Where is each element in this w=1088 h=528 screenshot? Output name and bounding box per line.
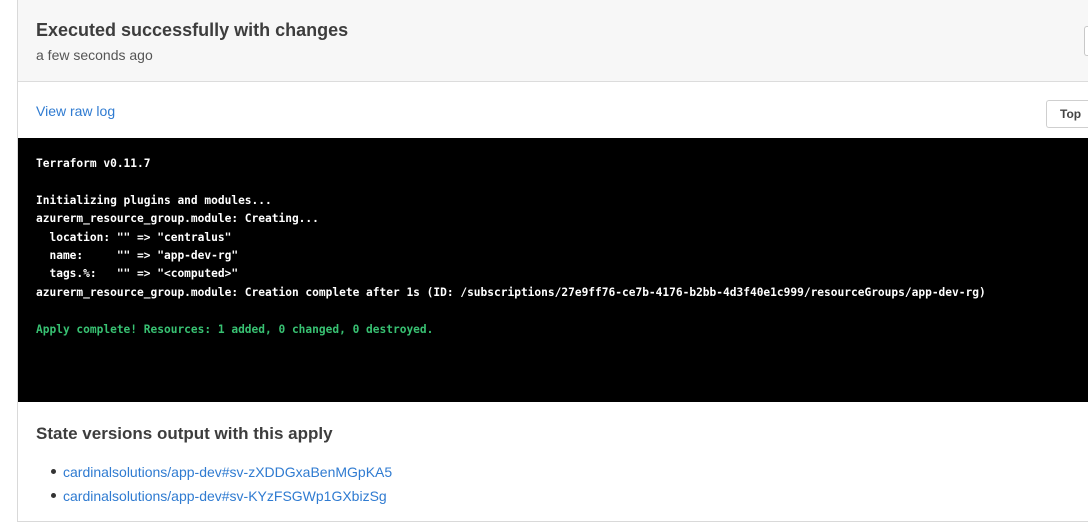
run-status-title: Executed successfully with changes	[36, 20, 349, 40]
list-item: cardinalsolutions/app-dev#sv-KYzFSGWp1GX…	[18, 484, 392, 508]
state-version-link[interactable]: cardinalsolutions/app-dev#sv-zXDDGxaBenM…	[63, 464, 392, 480]
log-line: Terraform v0.11.7	[36, 157, 151, 170]
bullet-icon	[51, 493, 56, 498]
log-line: Initializing plugins and modules...	[36, 193, 272, 207]
run-header: Executed successfully with changes a few…	[18, 0, 1088, 82]
state-versions-list: cardinalsolutions/app-dev#sv-zXDDGxaBenM…	[18, 460, 392, 508]
log-line: location: "" => "centralus"	[36, 230, 232, 244]
state-versions-title: State versions output with this apply	[36, 424, 333, 443]
run-panel: Executed successfully with changes a few…	[17, 0, 1088, 522]
log-line: azurerm_resource_group.module: Creation …	[36, 285, 986, 299]
header-action-button[interactable]	[1084, 26, 1088, 56]
log-terminal[interactable]: Terraform v0.11.7 Initializing plugins a…	[18, 138, 1088, 402]
log-line: azurerm_resource_group.module: Creating.…	[36, 212, 319, 226]
log-line-apply-complete: Apply complete! Resources: 1 added, 0 ch…	[36, 322, 434, 336]
list-item: cardinalsolutions/app-dev#sv-zXDDGxaBenM…	[18, 460, 392, 484]
scroll-top-button[interactable]: Top	[1046, 100, 1088, 128]
log-line: name: "" => "app-dev-rg"	[36, 248, 239, 262]
bullet-icon	[51, 469, 56, 474]
state-version-link[interactable]: cardinalsolutions/app-dev#sv-KYzFSGWp1GX…	[63, 488, 387, 504]
view-raw-log-link[interactable]: View raw log	[36, 103, 115, 119]
log-line: tags.%: "" => "<computed>"	[36, 267, 239, 281]
run-timestamp: a few seconds ago	[36, 47, 153, 63]
